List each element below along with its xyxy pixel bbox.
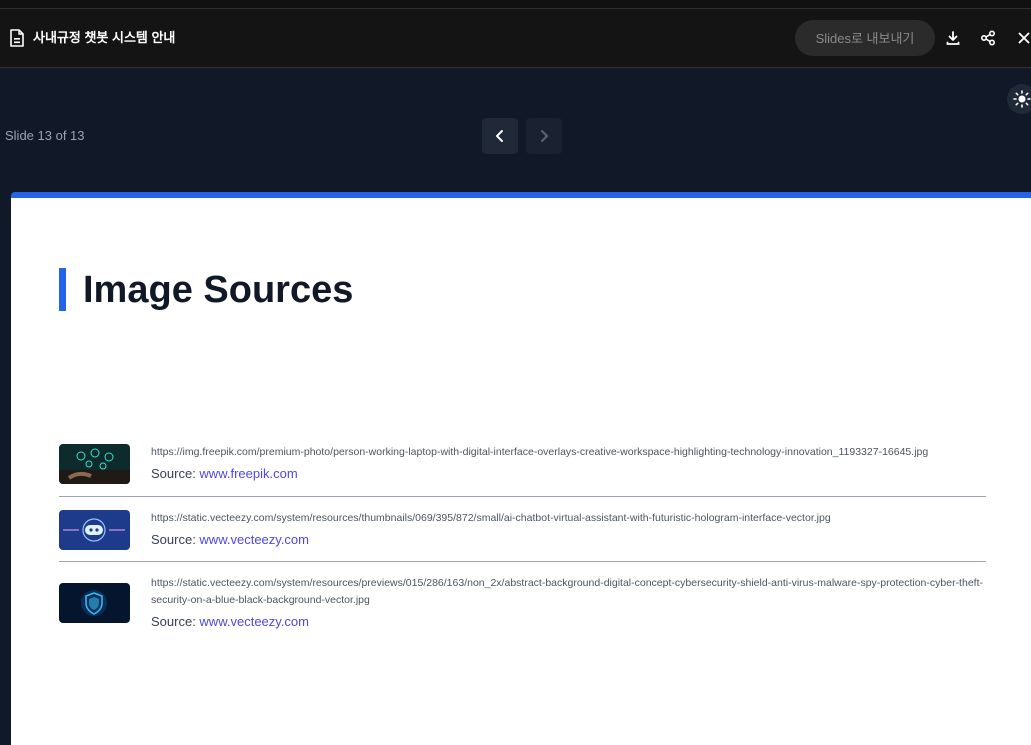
source-line: Source: www.freepik.com: [151, 465, 986, 483]
source-label: Source:: [151, 466, 200, 481]
source-line: Source: www.vecteezy.com: [151, 531, 986, 549]
slide-canvas: Image Sources https://img.freepik.com/pr…: [11, 192, 1031, 745]
document-icon: [10, 29, 24, 47]
source-line: Source: www.vecteezy.com: [151, 613, 986, 631]
image-sources-list: https://img.freepik.com/premium-photo/pe…: [59, 432, 986, 631]
chevron-right-icon: [541, 130, 548, 142]
source-link[interactable]: www.freepik.com: [199, 466, 297, 481]
title-accent-bar: [59, 268, 66, 311]
slide-title: Image Sources: [83, 269, 354, 311]
app-header: 사내규정 챗봇 시스템 안내 Slides로 내보내기: [0, 9, 1031, 68]
close-icon[interactable]: [1016, 30, 1031, 46]
thumbnail-image: [59, 444, 130, 484]
sun-icon: [1013, 90, 1031, 108]
source-label: Source:: [151, 532, 200, 547]
source-url: https://static.vecteezy.com/system/resou…: [151, 512, 831, 524]
source-link[interactable]: www.vecteezy.com: [199, 532, 309, 547]
source-url: https://img.freepik.com/premium-photo/pe…: [151, 446, 929, 458]
list-item: https://static.vecteezy.com/system/resou…: [59, 562, 986, 631]
thumbnail-image: [59, 583, 130, 623]
theme-toggle-button[interactable]: [1007, 84, 1031, 114]
list-item: https://static.vecteezy.com/system/resou…: [59, 497, 986, 562]
export-to-slides-button[interactable]: Slides로 내보내기: [795, 20, 935, 56]
slide-counter: Slide 13 of 13: [5, 128, 85, 143]
source-link[interactable]: www.vecteezy.com: [199, 614, 309, 629]
thumbnail-image: [59, 510, 130, 550]
source-label: Source:: [151, 614, 200, 629]
source-url: https://static.vecteezy.com/system/resou…: [151, 577, 983, 606]
next-slide-button[interactable]: [526, 118, 562, 154]
slide-navigation-bar: Slide 13 of 13: [0, 68, 1031, 192]
document-title: 사내규정 챗봇 시스템 안내: [33, 30, 176, 45]
chevron-left-icon: [496, 130, 503, 142]
window-top-strip: [0, 0, 1031, 9]
list-item: https://img.freepik.com/premium-photo/pe…: [59, 432, 986, 497]
share-icon[interactable]: [980, 30, 996, 46]
previous-slide-button[interactable]: [482, 118, 518, 154]
download-icon[interactable]: [945, 30, 961, 46]
